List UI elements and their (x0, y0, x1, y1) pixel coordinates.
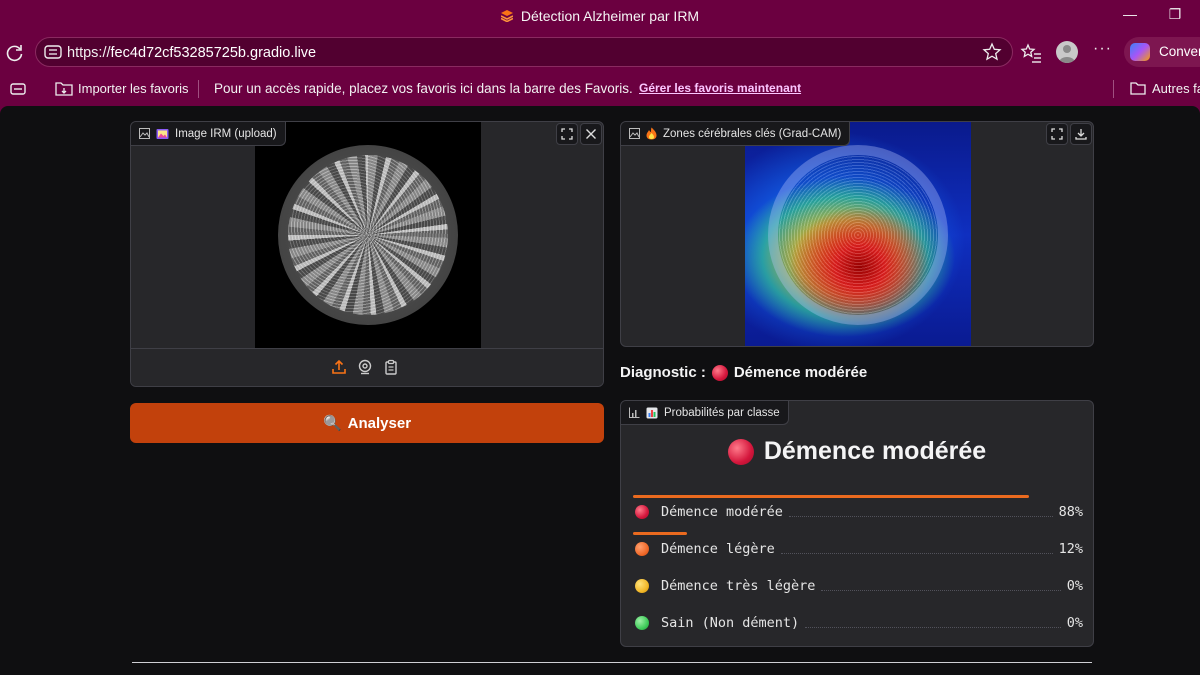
bar-chart-outline-icon (629, 407, 640, 418)
fullscreen-icon (561, 128, 573, 140)
gradcam-panel: Zones cérébrales clés (Grad-CAM) (620, 121, 1094, 347)
divider (198, 80, 199, 98)
person-icon (1059, 45, 1075, 63)
window-title: Détection Alzheimer par IRM (0, 8, 1200, 24)
class-label: Démence légère (661, 541, 775, 557)
webcam-icon[interactable] (357, 359, 373, 375)
upload-panel-tools (555, 122, 603, 146)
probabilities-panel-title: Probabilités par classe (664, 406, 780, 419)
copilot-button[interactable]: Convers (1124, 37, 1200, 67)
refresh-icon[interactable] (4, 42, 26, 64)
address-bar-row: https://fec4d72cf53285725b.gradio.live ·… (0, 34, 1200, 72)
url-prefix: https:// (67, 45, 111, 61)
download-icon (1075, 129, 1087, 140)
fire-icon (646, 127, 657, 140)
probability-bar (633, 532, 687, 535)
red-circle-icon (711, 364, 728, 381)
folder-icon (1130, 82, 1146, 95)
predicted-class-headline: Démence modérée (621, 437, 1093, 466)
page-viewport: Image IRM (upload) 🔍 Analyser Zones céré… (0, 106, 1200, 675)
mri-image (255, 122, 481, 348)
restore-button[interactable]: ❐ (1162, 6, 1188, 26)
class-probability: 0% (1066, 615, 1083, 631)
probability-row: Sain (Non dément) 0% (633, 606, 1083, 631)
upload-source-bar (131, 348, 603, 386)
site-info-icon[interactable] (44, 44, 62, 60)
url-host: fec4d72cf53285725b.gradio.live (110, 45, 317, 61)
fullscreen-icon (1051, 128, 1063, 140)
class-label: Démence modérée (661, 504, 783, 520)
analyse-button-label: Analyser (347, 414, 412, 432)
import-folder-icon (55, 82, 73, 96)
orange-circle-icon (635, 542, 649, 556)
framed-picture-icon (156, 128, 169, 139)
url-text[interactable]: https://fec4d72cf53285725b.gradio.live (67, 45, 316, 61)
diagnostic-prefix: Diagnostic : (620, 364, 706, 381)
analyse-button[interactable]: 🔍 Analyser (130, 403, 604, 443)
upload-panel-label: Image IRM (upload) (131, 122, 286, 146)
class-probability: 0% (1066, 578, 1083, 594)
class-probability: 88% (1058, 504, 1083, 520)
more-options-icon[interactable]: ··· (1093, 40, 1112, 58)
clear-image-button[interactable] (580, 123, 602, 145)
copilot-icon (1130, 43, 1150, 61)
import-favorites-button[interactable]: Importer les favoris (78, 81, 189, 96)
magnifier-icon: 🔍 (322, 415, 342, 432)
address-bar[interactable]: https://fec4d72cf53285725b.gradio.live (35, 37, 1013, 67)
download-button[interactable] (1070, 123, 1092, 145)
mri-noise-texture (288, 155, 448, 315)
reading-view-icon[interactable] (10, 82, 26, 96)
upload-panel-title: Image IRM (upload) (175, 127, 277, 140)
image-icon (139, 128, 150, 139)
gradcam-panel-tools (1045, 122, 1093, 146)
class-label: Sain (Non dément) (661, 615, 800, 631)
clipboard-icon[interactable] (383, 359, 399, 375)
probabilities-panel: Probabilités par classe Démence modérée … (620, 400, 1094, 647)
probability-row: Démence légère 12% (633, 532, 1083, 557)
window-titlebar: Détection Alzheimer par IRM — ❐ (0, 0, 1200, 34)
gradio-logo-icon (500, 10, 513, 22)
green-circle-icon (635, 616, 649, 630)
red-circle-icon (727, 438, 754, 465)
leader-line (780, 545, 1053, 554)
probability-row: Démence modérée 88% (633, 495, 1083, 520)
upload-icon[interactable] (331, 359, 347, 375)
gradcam-heatmap-image (745, 122, 971, 346)
probability-row: Démence très légère 0% (633, 569, 1083, 594)
leader-line (821, 582, 1061, 591)
mri-upload-panel[interactable]: Image IRM (upload) (130, 121, 604, 387)
red-circle-icon (635, 505, 649, 519)
probabilities-panel-label: Probabilités par classe (621, 401, 789, 425)
copilot-label: Convers (1159, 44, 1200, 59)
gradcam-panel-label: Zones cérébrales clés (Grad-CAM) (621, 122, 851, 146)
diagnostic-value: Démence modérée (733, 364, 868, 381)
bar-chart-icon (646, 407, 658, 418)
leader-line (788, 508, 1053, 517)
divider (1113, 80, 1114, 98)
class-label: Démence très légère (661, 578, 816, 594)
favorites-list-icon[interactable] (1020, 42, 1042, 64)
favorite-star-icon[interactable] (982, 42, 1002, 62)
gradcam-panel-title: Zones cérébrales clés (Grad-CAM) (663, 127, 842, 140)
yellow-circle-icon (635, 579, 649, 593)
close-icon (586, 129, 596, 139)
class-probability: 12% (1058, 541, 1083, 557)
favorites-hint: Pour un accès rapide, placez vos favoris… (214, 81, 633, 96)
other-favorites-button[interactable]: Autres fa (1152, 81, 1200, 96)
fullscreen-button[interactable] (1046, 123, 1068, 145)
fullscreen-button[interactable] (556, 123, 578, 145)
predicted-class-label: Démence modérée (763, 437, 987, 465)
window-title-text: Détection Alzheimer par IRM (520, 8, 700, 24)
probability-bar (633, 495, 1029, 498)
leader-line (805, 619, 1061, 628)
profile-avatar[interactable] (1056, 41, 1078, 63)
divider (132, 662, 1092, 663)
image-icon (629, 128, 640, 139)
diagnostic-text: Diagnostic : Démence modérée (620, 364, 867, 381)
minimize-button[interactable]: — (1117, 6, 1143, 26)
favorites-bar: Importer les favoris Pour un accès rapid… (0, 72, 1200, 106)
heatmap-noise-texture (778, 155, 938, 315)
manage-favorites-link[interactable]: Gérer les favoris maintenant (639, 81, 801, 95)
